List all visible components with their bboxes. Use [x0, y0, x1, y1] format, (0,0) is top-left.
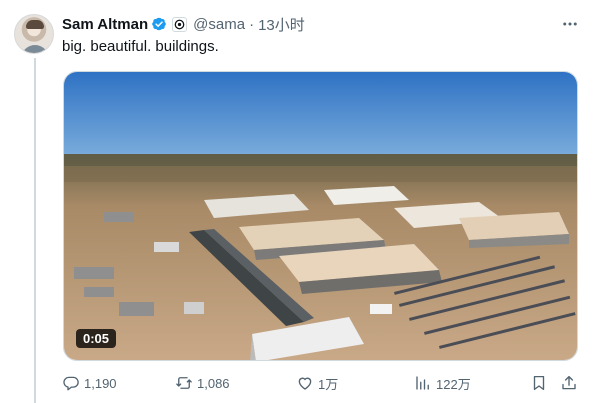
retweet-button[interactable]: 1,086: [175, 372, 230, 394]
tweet-header: Sam Altman @sama · 13小时: [62, 14, 305, 34]
video-thumbnail: [64, 72, 577, 360]
views-button[interactable]: 122万: [414, 372, 471, 394]
video-duration-badge: 0:05: [76, 329, 117, 348]
tweet-timestamp[interactable]: 13小时: [258, 14, 305, 35]
tweet-text: big. beautiful. buildings.: [62, 38, 219, 55]
thread-line: [34, 58, 36, 403]
affiliate-badge-icon[interactable]: [172, 16, 188, 32]
views-chart-icon: [416, 376, 429, 390]
like-button[interactable]: 1万: [296, 372, 338, 394]
heart-icon: [298, 377, 312, 390]
share-icon: [562, 375, 576, 390]
like-count: 1万: [318, 376, 339, 392]
bookmark-button[interactable]: [530, 372, 552, 394]
more-options-icon[interactable]: [560, 14, 580, 34]
retweet-count: 1,086: [197, 375, 230, 391]
verified-badge-icon: [152, 17, 166, 31]
views-count: 122万: [436, 376, 471, 392]
retweet-icon: [176, 377, 192, 389]
reply-icon: [63, 376, 79, 391]
author-name[interactable]: Sam Altman: [62, 16, 148, 33]
reply-count: 1,190: [84, 375, 117, 391]
separator-dot: ·: [249, 15, 255, 33]
avatar[interactable]: [14, 14, 54, 54]
share-button[interactable]: [560, 372, 582, 394]
author-handle[interactable]: @sama: [193, 16, 245, 33]
video-player[interactable]: 0:05: [63, 71, 578, 361]
tweet-actions: 1,190 1,086 1万 122万: [62, 372, 582, 394]
reply-button[interactable]: 1,190: [62, 372, 117, 394]
bookmark-icon: [533, 375, 545, 391]
